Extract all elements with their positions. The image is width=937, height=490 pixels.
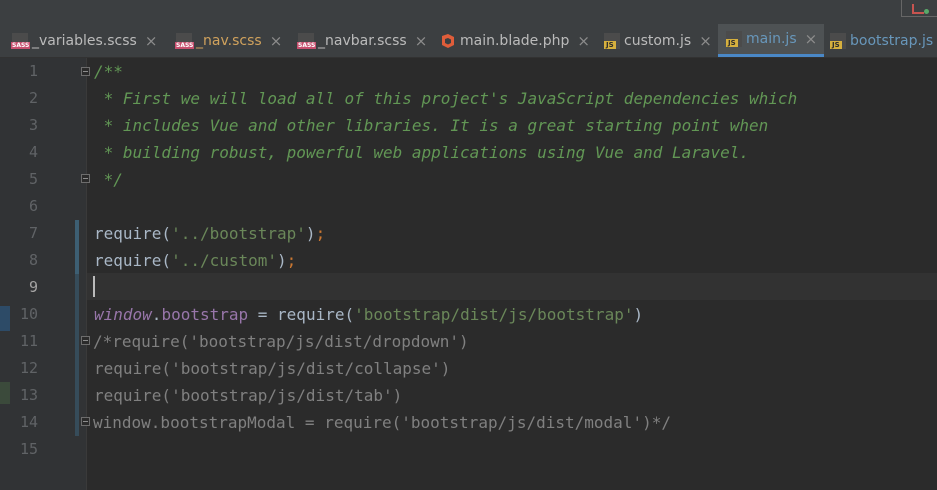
code-line-3: * includes Vue and other libraries. It i… (94, 116, 769, 135)
code-line-7: require('../bootstrap'); (94, 220, 325, 247)
line-number: 15 (19, 440, 38, 458)
text-caret (93, 276, 95, 297)
semicolon: ; (286, 251, 297, 270)
blade-file-icon (440, 33, 456, 49)
vcs-change-marker[interactable] (75, 220, 79, 274)
call-text: require( (94, 251, 172, 270)
tab-label: _variables.scss (32, 32, 137, 49)
line-number: 3 (28, 116, 38, 134)
chart-icon (912, 4, 924, 14)
semicolon: ; (315, 224, 326, 243)
tab-label: custom.js (624, 32, 692, 49)
tab-custom-js[interactable]: custom.js × (604, 24, 716, 57)
call-text: ) (277, 251, 287, 270)
call-text: ) (633, 305, 644, 324)
line-number: 13 (19, 386, 38, 404)
tab-label: main.blade.php (460, 32, 570, 49)
tab-label: _nav.scss (196, 32, 262, 49)
js-file-icon (604, 32, 620, 49)
string-literal: '../custom' (171, 251, 278, 270)
tab-label: bootstrap.js (850, 32, 934, 49)
fold-toggle-icon[interactable] (81, 67, 90, 76)
line-number: 1 (28, 62, 38, 80)
fold-toggle-icon[interactable] (81, 174, 90, 183)
sass-file-icon (175, 32, 195, 49)
code-line-12: require('bootstrap/js/dist/collapse') (94, 359, 451, 378)
fold-toggle-icon[interactable] (81, 417, 90, 426)
line-number: 2 (28, 89, 38, 107)
line-number: 8 (28, 251, 38, 269)
editor-tab-bar: _variables.scss × _nav.scss × _navbar.sc… (0, 24, 937, 58)
property-name: bootstrap (161, 305, 249, 324)
vcs-change-marker[interactable] (75, 274, 79, 436)
profiler-widget[interactable] (901, 0, 937, 17)
code-line-4: * building robust, powerful web applicat… (94, 143, 750, 162)
close-icon[interactable]: × (577, 32, 590, 50)
js-file-icon (726, 31, 742, 47)
code-line-14: window.bootstrapModal = require('bootstr… (93, 413, 671, 432)
code-line-1: /** (94, 62, 123, 81)
close-icon[interactable]: × (805, 30, 818, 48)
line-number: 12 (19, 359, 38, 377)
string-literal: 'bootstrap/dist/js/bootstrap' (354, 305, 634, 324)
line-number: 6 (28, 197, 38, 215)
line-number: 4 (28, 143, 38, 161)
call-text: require( (94, 224, 172, 243)
tab-main-js[interactable]: main.js × (718, 24, 824, 57)
code-editor[interactable]: 1 2 3 4 5 6 7 8 9 10 11 12 13 14 15 /** … (0, 58, 937, 490)
tab-variables-scss[interactable]: _variables.scss × (11, 24, 172, 57)
code-line-2: * First we will load all of this project… (94, 89, 798, 108)
close-icon[interactable]: × (415, 32, 428, 50)
call-text: ) (305, 224, 316, 243)
current-line-highlight (87, 273, 937, 300)
close-icon[interactable]: × (699, 32, 712, 50)
code-line-11: /*require('bootstrap/js/dist/dropdown') (93, 332, 469, 351)
sass-file-icon (297, 32, 317, 49)
tab-label: _navbar.scss (318, 32, 407, 49)
line-number-current: 9 (28, 278, 38, 296)
call-text: = require( (248, 305, 355, 324)
code-line-13: require('bootstrap/js/dist/tab') (94, 386, 403, 405)
tab-label: main.js (746, 31, 797, 47)
window-top-strip (0, 0, 937, 24)
line-number: 14 (19, 413, 38, 431)
sass-file-icon (11, 32, 31, 49)
close-icon[interactable]: × (145, 32, 158, 50)
tab-nav-scss[interactable]: _nav.scss × (175, 24, 294, 57)
code-line-8: require('../custom'); (94, 247, 296, 274)
string-literal: '../bootstrap' (171, 224, 306, 243)
line-number: 5 (28, 170, 38, 188)
line-number: 10 (19, 305, 38, 323)
tab-navbar-scss[interactable]: _navbar.scss × (297, 24, 434, 57)
line-number: 11 (19, 332, 38, 350)
fold-toggle-icon[interactable] (81, 336, 90, 345)
line-number: 7 (28, 224, 38, 242)
tab-main-blade-php[interactable]: main.blade.php × (440, 24, 600, 57)
code-line-5: */ (94, 170, 123, 189)
js-file-icon (830, 32, 846, 49)
tab-bootstrap-js[interactable]: bootstrap.js (830, 24, 937, 57)
dot: . (151, 305, 162, 324)
close-icon[interactable]: × (270, 32, 283, 50)
status-dot-icon (924, 9, 929, 14)
global-object: window (94, 305, 152, 324)
code-line-10: window.bootstrap = require('bootstrap/di… (94, 301, 643, 328)
